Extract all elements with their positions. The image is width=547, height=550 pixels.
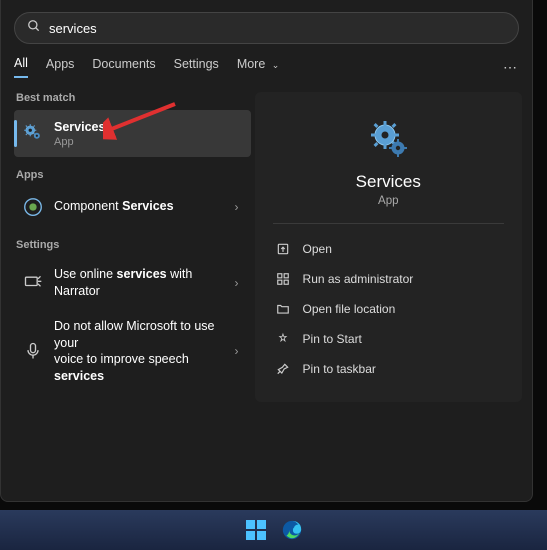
action-label: Open (303, 242, 332, 256)
chevron-right-icon: › (231, 276, 243, 290)
open-icon (275, 241, 291, 257)
pin-icon (275, 331, 291, 347)
action-label: Pin to Start (303, 332, 362, 346)
shield-icon (275, 271, 291, 287)
action-label: Run as administrator (303, 272, 414, 286)
result-component-services[interactable]: Component Services › (14, 187, 251, 227)
tab-settings[interactable]: Settings (174, 57, 219, 77)
details-title: Services (255, 172, 522, 192)
tab-documents[interactable]: Documents (92, 57, 155, 77)
action-open[interactable]: Open (265, 234, 512, 264)
result-speech-services-privacy[interactable]: Do not allow Microsoft to use your voice… (14, 309, 251, 395)
action-pin-to-taskbar[interactable]: Pin to taskbar (265, 354, 512, 384)
chevron-right-icon: › (231, 344, 243, 358)
section-best-match: Best match (16, 92, 249, 104)
folder-icon (275, 301, 291, 317)
overflow-menu-button[interactable]: ⋯ (503, 59, 519, 76)
divider (273, 223, 504, 224)
details-subtitle: App (255, 195, 522, 207)
edge-browser-button[interactable] (280, 518, 304, 542)
chevron-down-icon: ⌄ (272, 60, 280, 70)
action-run-as-admin[interactable]: Run as administrator (265, 264, 512, 294)
start-search-panel: All Apps Documents Settings More ⌄ ⋯ Bes… (0, 0, 533, 502)
tab-more[interactable]: More ⌄ (237, 57, 280, 77)
result-title: Do not allow Microsoft to use your voice… (54, 318, 231, 386)
result-title: Use online services with Narrator (54, 266, 231, 300)
action-pin-to-start[interactable]: Pin to Start (265, 324, 512, 354)
result-subtitle: App (54, 136, 243, 148)
narrator-icon (22, 272, 44, 294)
action-label: Open file location (303, 302, 396, 316)
gear-icon (22, 122, 44, 144)
tab-apps[interactable]: Apps (46, 57, 75, 77)
results-column: Best match Services App Apps Component S… (1, 92, 255, 402)
search-icon (27, 19, 41, 38)
taskbar (0, 510, 547, 550)
details-app-icon (255, 110, 522, 172)
tab-more-label: More (237, 57, 265, 71)
details-panel: Services App Open Run as administrator O… (255, 92, 522, 402)
pin-taskbar-icon (275, 361, 291, 377)
search-input[interactable] (49, 21, 506, 36)
result-title: Component Services (54, 198, 231, 215)
result-services-app[interactable]: Services App (14, 110, 251, 157)
chevron-right-icon: › (231, 200, 243, 214)
action-open-file-location[interactable]: Open file location (265, 294, 512, 324)
start-button[interactable] (244, 518, 268, 542)
tabs: All Apps Documents Settings More ⌄ ⋯ (14, 56, 519, 78)
action-label: Pin to taskbar (303, 362, 376, 376)
microphone-icon (22, 340, 44, 362)
section-settings: Settings (16, 239, 249, 251)
component-services-icon (22, 196, 44, 218)
result-title: Services (54, 119, 243, 136)
result-narrator-online-services[interactable]: Use online services with Narrator › (14, 257, 251, 309)
section-apps: Apps (16, 169, 249, 181)
tab-all[interactable]: All (14, 56, 28, 78)
search-bar[interactable] (14, 12, 519, 44)
